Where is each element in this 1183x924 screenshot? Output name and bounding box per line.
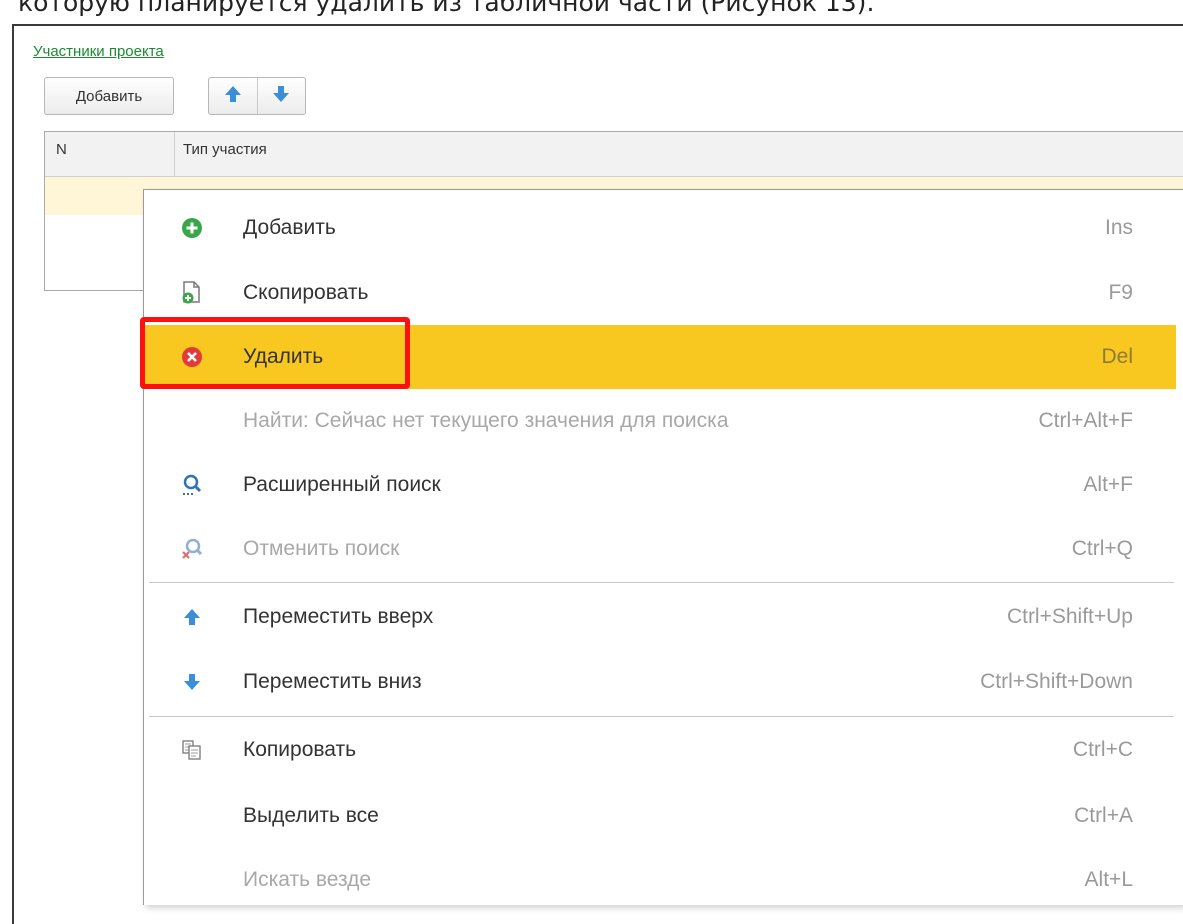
menu-item-shortcut: Ctrl+C	[1072, 738, 1133, 761]
section-title-link[interactable]: Участники проекта	[33, 43, 164, 60]
menu-item-shortcut: Del	[1101, 345, 1133, 368]
menu-item-shortcut: F9	[1108, 281, 1133, 304]
arrow-down-icon	[180, 670, 204, 694]
menu-item-cancel-search[interactable]: Отменить поиск Ctrl+Q	[144, 517, 1176, 581]
menu-item-find[interactable]: Найти: Сейчас нет текущего значения для …	[144, 389, 1176, 453]
menu-item-label: Найти: Сейчас нет текущего значения для …	[243, 409, 729, 432]
arrow-up-icon	[223, 84, 243, 108]
arrow-up-icon	[180, 605, 204, 629]
cancel-search-icon	[180, 537, 204, 561]
menu-item-label: Расширенный поиск	[243, 473, 441, 496]
menu-item-shortcut: Ctrl+Shift+Up	[1006, 605, 1133, 628]
menu-item-select-all[interactable]: Выделить все Ctrl+A	[144, 784, 1176, 848]
advanced-search-icon	[180, 473, 204, 497]
menu-item-label: Переместить вверх	[243, 605, 434, 628]
context-menu: Добавить Ins Скопировать F9 Удалить Del …	[143, 189, 1183, 905]
menu-separator	[149, 582, 1174, 583]
menu-item-label: Искать везде	[243, 868, 372, 891]
menu-item-search-everywhere[interactable]: Искать везде Alt+L	[144, 848, 1176, 912]
copy-icon	[180, 738, 204, 762]
column-header-type[interactable]: Тип участия	[175, 132, 267, 176]
table-header: N Тип участия	[45, 132, 1183, 177]
menu-item-copy[interactable]: Копировать Ctrl+C	[144, 718, 1176, 782]
move-buttons-group	[208, 77, 306, 115]
document-text-line: которую планируется удалить из табличной…	[18, 0, 875, 17]
menu-item-add[interactable]: Добавить Ins	[144, 196, 1176, 260]
menu-item-label: Скопировать	[243, 281, 369, 304]
menu-item-shortcut: Ctrl+Q	[1071, 537, 1133, 560]
column-header-n[interactable]: N	[45, 132, 175, 176]
annotation-highlight-box	[140, 317, 410, 389]
menu-item-shortcut: Ctrl+Alt+F	[1038, 409, 1133, 432]
add-circle-icon	[180, 216, 204, 240]
move-down-button[interactable]	[257, 78, 305, 114]
menu-item-label: Выделить все	[243, 804, 379, 827]
menu-item-shortcut: Ctrl+Shift+Down	[980, 670, 1133, 693]
copy-document-icon	[180, 281, 204, 305]
menu-separator	[149, 716, 1174, 717]
menu-item-shortcut: Ins	[1104, 216, 1133, 239]
menu-item-move-down[interactable]: Переместить вниз Ctrl+Shift+Down	[144, 650, 1176, 714]
move-up-button[interactable]	[209, 78, 257, 114]
menu-item-label: Отменить поиск	[243, 537, 400, 560]
menu-item-shortcut: Ctrl+A	[1074, 804, 1133, 827]
menu-item-shortcut: Alt+L	[1084, 868, 1133, 891]
menu-item-label: Копировать	[243, 738, 357, 761]
menu-item-clone[interactable]: Скопировать F9	[144, 261, 1176, 325]
menu-item-label: Переместить вниз	[243, 670, 422, 693]
menu-item-move-up[interactable]: Переместить вверх Ctrl+Shift+Up	[144, 585, 1176, 649]
menu-item-shortcut: Alt+F	[1083, 473, 1133, 496]
menu-item-label: Добавить	[243, 216, 336, 239]
arrow-down-icon	[271, 84, 291, 108]
menu-item-advanced-search[interactable]: Расширенный поиск Alt+F	[144, 453, 1176, 517]
add-button[interactable]: Добавить	[44, 77, 174, 115]
